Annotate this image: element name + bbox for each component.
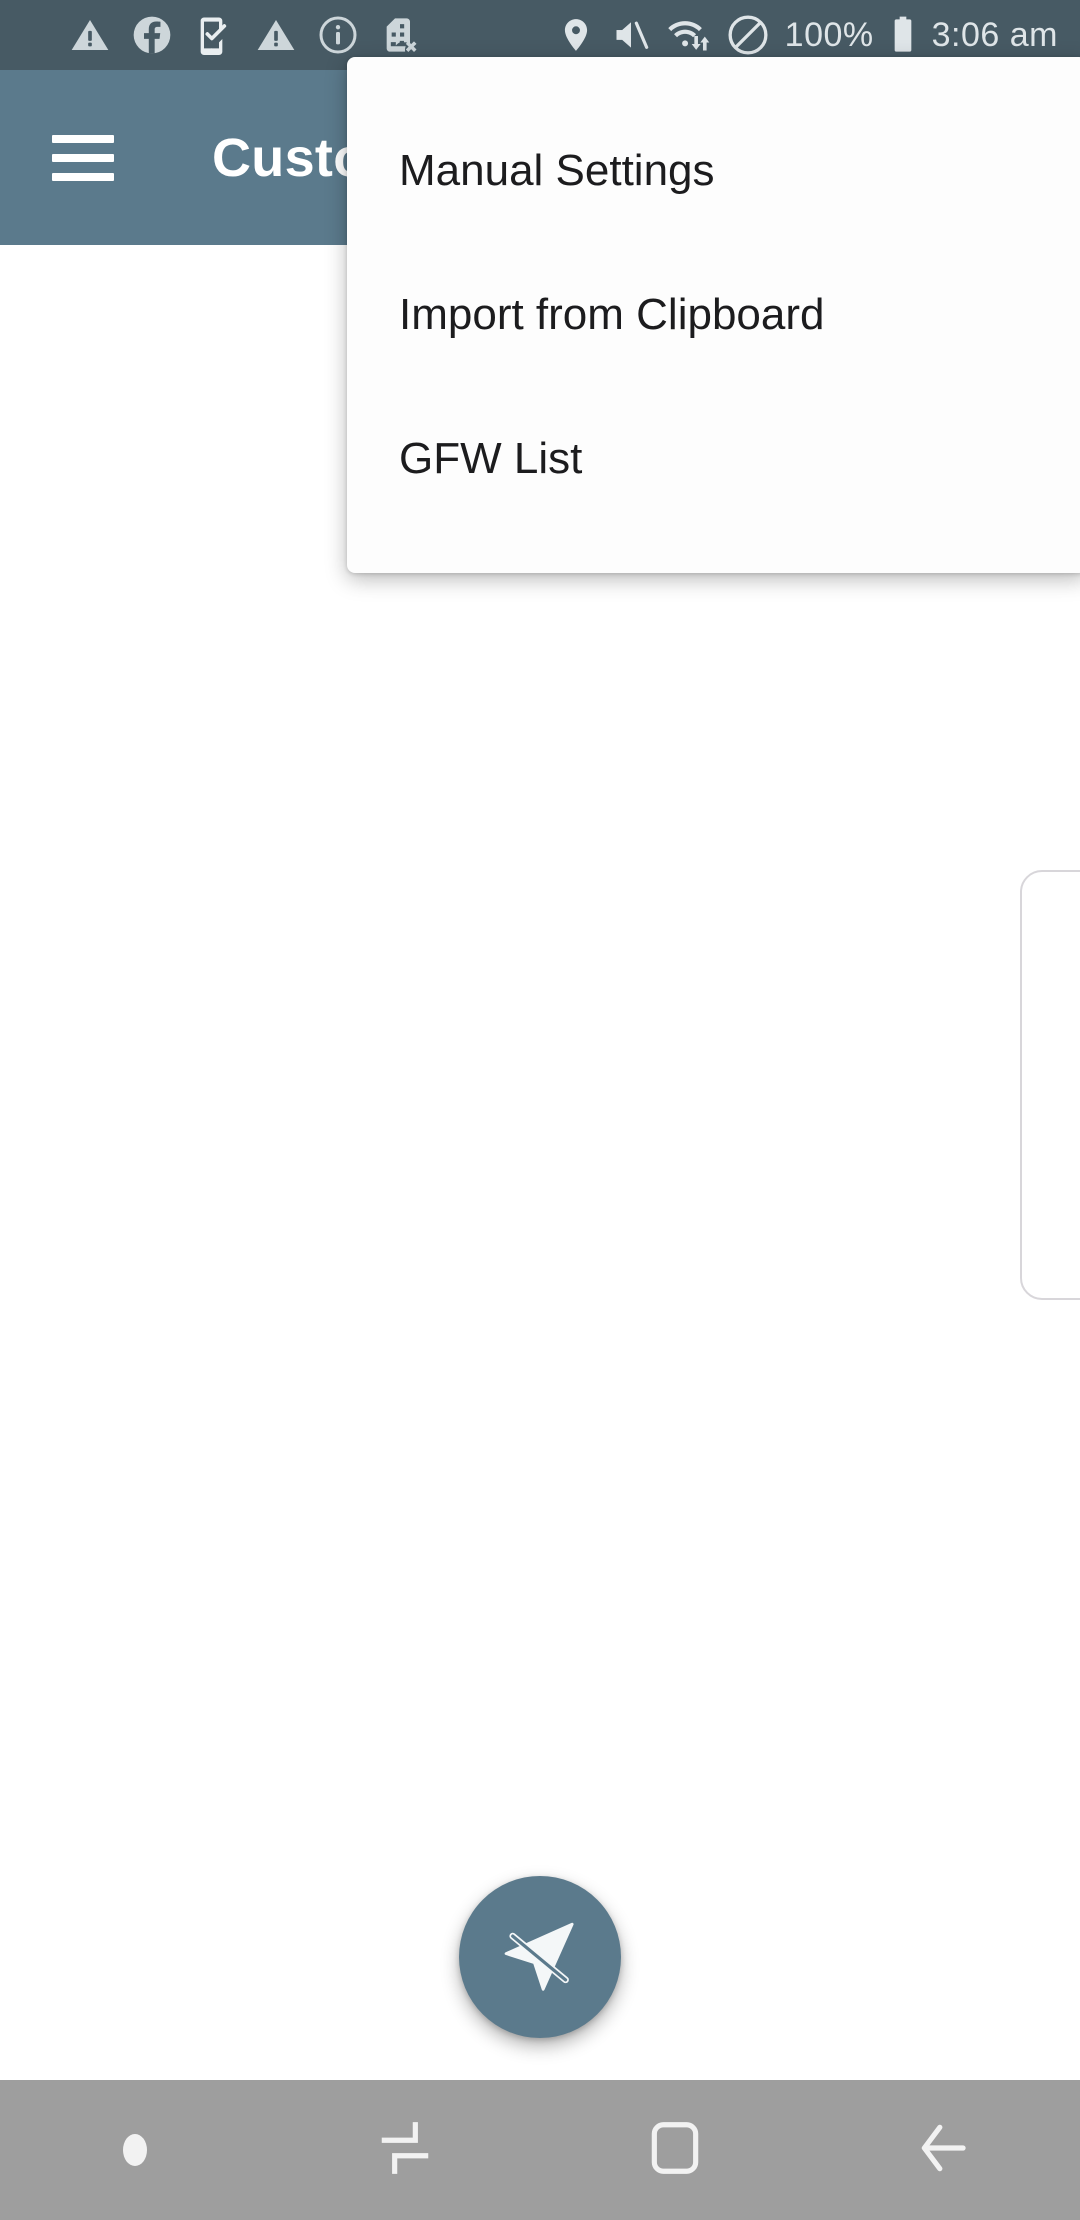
volume-mute-icon — [611, 15, 651, 55]
phone-check-icon — [194, 15, 234, 55]
connect-fab[interactable] — [459, 1876, 621, 2038]
warning-triangle-icon — [70, 15, 110, 55]
back-arrow-icon — [914, 2117, 976, 2184]
menu-item-label: Manual Settings — [399, 146, 715, 195]
paper-plane-slash-icon — [498, 1913, 582, 2002]
location-pin-icon — [557, 16, 595, 54]
nav-dot-indicator[interactable] — [0, 2134, 270, 2166]
phone-screen: 100% 3:06 am Custom ru Manual Settings I… — [0, 0, 1080, 2220]
hamburger-bar-2 — [52, 153, 114, 162]
hamburger-bar-3 — [52, 172, 114, 181]
menu-item-label: Import from Clipboard — [399, 290, 825, 339]
dot-icon — [123, 2134, 147, 2166]
nav-back-button[interactable] — [810, 2117, 1080, 2184]
hamburger-bar-1 — [52, 134, 114, 143]
wifi-transfer-icon — [667, 15, 711, 55]
rule-card-partial[interactable] — [1020, 870, 1080, 1300]
recents-swap-icon — [374, 2117, 436, 2184]
battery-full-icon — [890, 15, 916, 55]
nav-recents-button[interactable] — [270, 2117, 540, 2184]
hamburger-menu-icon[interactable] — [52, 134, 114, 181]
clock-label: 3:06 am — [931, 15, 1058, 54]
battery-percent-label: 100% — [784, 15, 874, 54]
menu-item-gfw-list[interactable]: GFW List — [347, 387, 1080, 531]
overflow-menu-popup: Manual Settings Import from Clipboard GF… — [347, 57, 1080, 573]
menu-item-manual-settings[interactable]: Manual Settings — [347, 99, 1080, 243]
navigation-bar — [0, 2080, 1080, 2220]
status-bar-left-icons — [70, 15, 420, 55]
menu-item-import-from-clipboard[interactable]: Import from Clipboard — [347, 243, 1080, 387]
do-not-disturb-icon — [727, 14, 769, 56]
warning-triangle-icon-2 — [256, 15, 296, 55]
menu-item-label: GFW List — [399, 434, 583, 483]
info-circle-icon — [318, 15, 358, 55]
no-sim-card-icon — [380, 15, 420, 55]
status-bar-right-icons: 100% 3:06 am — [557, 14, 1058, 56]
nav-home-button[interactable] — [540, 2117, 810, 2184]
facebook-icon — [132, 15, 172, 55]
home-rounded-square-icon — [644, 2117, 706, 2184]
